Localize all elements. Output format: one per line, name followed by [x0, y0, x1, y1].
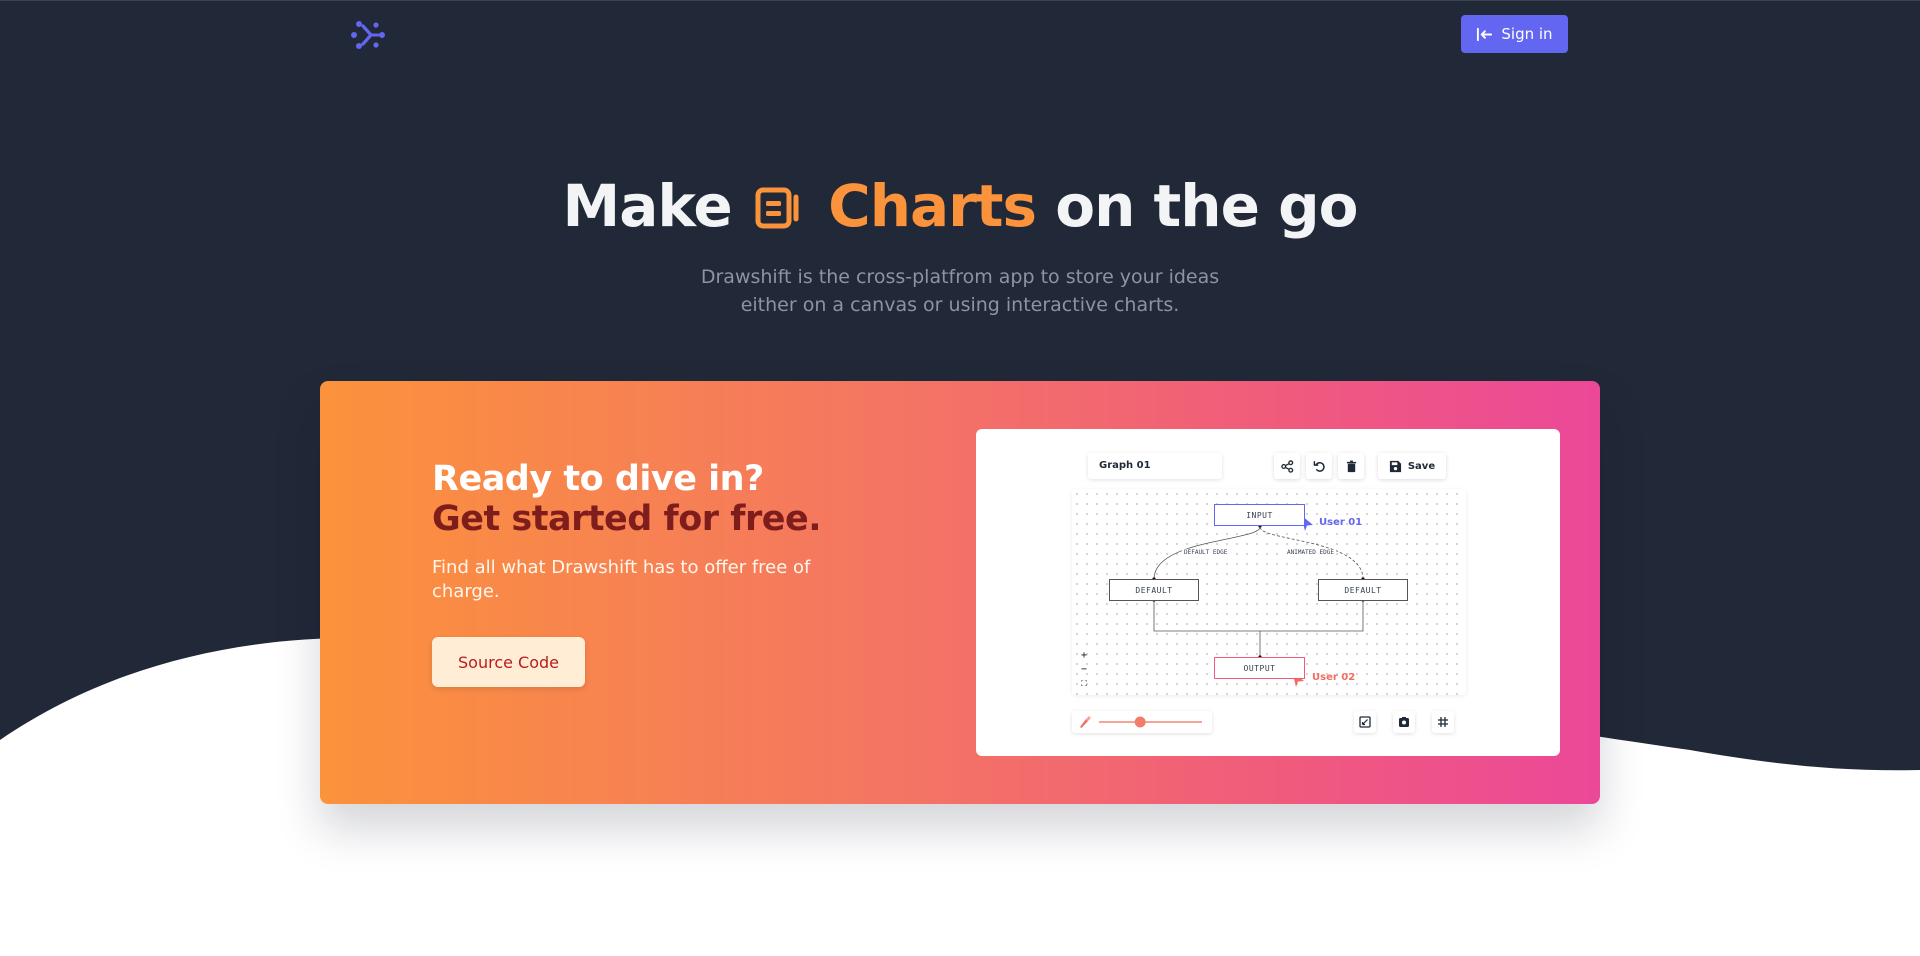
undo-icon — [1313, 460, 1325, 472]
save-button[interactable]: Save — [1378, 453, 1446, 479]
hero-title-accent: Charts — [828, 172, 1037, 240]
charts-icon — [755, 187, 799, 229]
sign-in-button[interactable]: Sign in — [1461, 15, 1568, 53]
flow-node-default-left[interactable]: DEFAULT — [1109, 579, 1199, 601]
app-preview: Graph 01 Save INPUT DEFAULT DEFAULT OUTP… — [976, 429, 1560, 756]
grid-toggle-button[interactable] — [1432, 711, 1454, 733]
cta-description: Find all what Drawshift has to offer fre… — [432, 557, 811, 602]
sign-in-icon — [1477, 27, 1493, 41]
screenshot-button[interactable] — [1393, 711, 1415, 733]
brush-size-control — [1072, 711, 1212, 733]
cta-heading-line2: Get started for free. — [432, 499, 822, 539]
source-code-button[interactable]: Source Code — [432, 637, 585, 687]
undo-button[interactable] — [1306, 453, 1332, 479]
brush-size-slider[interactable] — [1134, 716, 1146, 728]
flow-node-default-right[interactable]: DEFAULT — [1318, 579, 1408, 601]
grid-icon — [1438, 717, 1448, 727]
brush-icon — [1080, 716, 1091, 728]
flow-canvas[interactable]: INPUT DEFAULT DEFAULT OUTPUT DEFAULT EDG… — [1072, 489, 1466, 695]
edge-label-default: DEFAULT EDGE — [1182, 549, 1230, 556]
zoom-out-button[interactable]: − — [1078, 663, 1090, 677]
share-button[interactable] — [1274, 453, 1300, 479]
hero-subtitle-line1: Drawshift is the cross-platfrom app to s… — [700, 266, 1220, 288]
fit-view-icon — [1359, 716, 1371, 728]
user-cursor-label-2: User 02 — [1312, 672, 1356, 683]
fit-view-button[interactable] — [1354, 711, 1376, 733]
save-label: Save — [1407, 460, 1436, 472]
share-icon — [1280, 459, 1293, 473]
hero-title-suffix: on the go — [1055, 172, 1358, 240]
user-cursor-label-1: User 01 — [1319, 517, 1363, 528]
trash-icon — [1346, 460, 1356, 472]
hero-subtitle: Drawshift is the cross-platfrom app to s… — [0, 263, 1920, 319]
flow-node-output[interactable]: OUTPUT — [1214, 657, 1305, 679]
edge-label-animated: ANIMATED EDGE — [1285, 549, 1336, 556]
top-navigation: Sign in — [0, 0, 1920, 68]
hero-title: Make Charts on the go — [0, 172, 1920, 240]
zoom-in-button[interactable]: + — [1078, 649, 1090, 663]
sign-in-label: Sign in — [1501, 25, 1553, 43]
flow-node-input[interactable]: INPUT — [1214, 504, 1305, 526]
cta-heading-line1: Ready to dive in? — [432, 459, 764, 499]
graph-name-field[interactable]: Graph 01 — [1088, 453, 1222, 479]
hero-title-prefix: Make — [562, 172, 733, 240]
delete-button[interactable] — [1338, 453, 1364, 479]
fit-screen-button[interactable]: ⛶ — [1078, 677, 1090, 691]
cta-card: Ready to dive in? Get started for free. … — [320, 381, 1600, 804]
zoom-controls: + − ⛶ — [1078, 649, 1090, 691]
screenshot-icon — [1399, 717, 1409, 727]
hero-subtitle-line2: either on a canvas or using interactive … — [740, 294, 1180, 316]
drawshift-logo-icon[interactable] — [350, 17, 386, 53]
save-icon — [1389, 460, 1401, 472]
